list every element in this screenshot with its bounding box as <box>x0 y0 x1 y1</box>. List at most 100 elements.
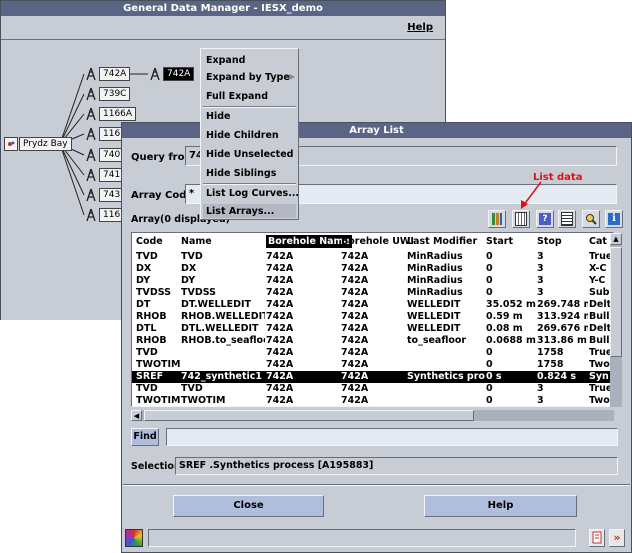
table-row[interactable]: TVDSS TVDSS 742A 742A MinRadius 0 3 Sub <box>132 287 613 299</box>
table-cell: TVDSS <box>181 287 216 298</box>
tree-node-selected[interactable]: 742A <box>148 67 195 81</box>
table-cell: TVD <box>136 251 158 262</box>
submenu-arrow-icon: ▶ <box>289 72 296 81</box>
column-header-sorted[interactable]: Borehole Name <box>266 235 352 248</box>
table-cell: MinRadius <box>407 251 463 262</box>
array-code-label: Array Code <box>131 190 194 201</box>
table-row[interactable]: DY DY 742A 742A MinRadius 0 3 Y-C <box>132 275 613 287</box>
table-vertical-scrollbar[interactable]: ▲ <box>610 233 622 407</box>
table-row[interactable]: DX DX 742A 742A MinRadius 0 3 X-C <box>132 263 613 275</box>
list-data-button[interactable] <box>512 210 530 228</box>
tree-node[interactable]: 1166A <box>84 107 137 121</box>
table-cell: Synthetics pro... <box>407 371 485 382</box>
table-row[interactable]: RHOB RHOB.to_seafloor 742A 742A to_seafloor 0… <box>132 335 613 347</box>
table-cell: WELLEDIT <box>407 323 461 334</box>
scroll-h-thumb[interactable] <box>144 410 474 421</box>
tree-node[interactable]: 740 <box>84 148 125 162</box>
table-cell: 3 <box>537 287 544 298</box>
table-cell: 0 s <box>486 371 502 382</box>
table-cell: TWOTIM <box>181 395 226 406</box>
menu-item-hide-siblings[interactable]: Hide Siblings <box>206 168 276 179</box>
search-tool-button[interactable] <box>582 210 600 228</box>
scroll-left-arrow[interactable]: ◀ <box>131 410 142 421</box>
table-cell: 742A <box>341 323 369 334</box>
table-cell: 742A <box>341 287 369 298</box>
forward-icon[interactable]: » <box>609 529 625 547</box>
table-cell: TWOTIM <box>136 395 180 406</box>
array-table: Code Name Borehole Name Borehole UWI Las… <box>131 232 614 407</box>
query-help-button[interactable]: ? <box>536 210 554 228</box>
well-icon <box>84 107 98 121</box>
help-button[interactable]: Help <box>424 495 577 517</box>
table-cell: 3 <box>537 275 544 286</box>
table-cell: 3 <box>537 263 544 274</box>
column-chooser-button[interactable] <box>488 210 506 228</box>
menu-item-hide-unselected[interactable]: Hide Unselected <box>206 149 293 160</box>
table-cell: 742A <box>341 299 369 310</box>
tree-node[interactable]: 743 <box>84 188 125 202</box>
table-cell: DT.WELLEDIT <box>181 299 251 310</box>
table-cell: 0.59 m <box>486 311 523 322</box>
find-input[interactable] <box>166 428 618 446</box>
menu-item-expand-by-type[interactable]: Expand by Type <box>206 72 290 83</box>
menu-item-list-arrays[interactable]: List Arrays... <box>206 206 274 217</box>
column-header[interactable]: Name <box>181 235 212 248</box>
table-cell: 742A <box>266 371 294 382</box>
table-row-selected[interactable]: SREF 742_synthetic1 742A 742A Synthetics pro… <box>132 371 613 383</box>
tree-node[interactable]: 739C <box>84 87 131 101</box>
table-cell: 35.052 m <box>486 299 536 310</box>
document-icon[interactable] <box>589 529 605 547</box>
table-cell: 742A <box>341 275 369 286</box>
table-cell: 742A <box>266 335 294 346</box>
menu-item-full-expand[interactable]: Full Expand <box>206 91 268 102</box>
table-row[interactable]: DT DT.WELLEDIT 742A 742A WELLEDIT 35.052 m 269… <box>132 299 613 311</box>
scroll-thumb[interactable] <box>610 247 622 357</box>
table-row[interactable]: TWOTIM 742A 742A 0 1758 Two <box>132 359 613 371</box>
tree-node[interactable]: 742A <box>84 67 131 81</box>
table-cell: 742A <box>341 311 369 322</box>
well-icon <box>84 188 98 202</box>
menu-item-expand[interactable]: Expand <box>206 55 245 66</box>
scroll-up-arrow[interactable]: ▲ <box>610 233 622 245</box>
table-cell: 313.924 m <box>537 311 588 322</box>
annotation-arrow <box>521 181 542 209</box>
table-horizontal-scrollbar[interactable]: ◀ <box>131 410 614 421</box>
column-header[interactable]: Code <box>136 235 163 248</box>
close-button[interactable]: Close <box>173 495 324 517</box>
column-header[interactable]: Borehole UWI <box>341 235 414 248</box>
column-header[interactable]: Cat <box>589 235 607 248</box>
table-cell: 742A <box>266 311 294 322</box>
well-icon <box>148 67 162 81</box>
table-row[interactable]: TVD TVD 742A 742A 0 3 True <box>132 383 613 395</box>
table-cell: 269.676 m <box>537 323 588 334</box>
tree-root-node[interactable]: Prydz Bay <box>4 137 72 151</box>
table-cell: 742A <box>341 395 369 406</box>
table-row[interactable]: RHOB RHOB.WELLEDIT 742A 742A WELLEDIT 0.59 m3… <box>132 311 613 323</box>
tree-node[interactable]: 116 <box>84 127 125 141</box>
tree-node[interactable]: 116 <box>84 208 125 222</box>
table-row[interactable]: TVD TVD 742A 742A MinRadius 0 3 True <box>132 251 613 263</box>
well-icon <box>84 87 98 101</box>
menu-item-list-log-curves[interactable]: List Log Curves... <box>206 188 299 199</box>
table-cell: 742A <box>266 323 294 334</box>
column-header[interactable]: Start <box>486 235 513 248</box>
table-row[interactable]: TWOTIM TWOTIM 742A 742A 0 3 Two <box>132 395 613 406</box>
table-row[interactable]: TVD 742A 742A 0 1758 True <box>132 347 613 359</box>
table-cell: 3 <box>537 395 544 406</box>
table-cell: 742A <box>266 263 294 274</box>
columns-icon <box>492 213 502 225</box>
menu-item-hide-children[interactable]: Hide Children <box>206 130 279 141</box>
tree-node[interactable]: 741 <box>84 168 125 182</box>
table-cell: 3 <box>537 251 544 262</box>
column-header[interactable]: Stop <box>537 235 562 248</box>
list-view-button[interactable] <box>558 210 576 228</box>
find-button[interactable]: Find <box>131 428 159 446</box>
context-menu: Expand Expand by Type ▶ Full Expand Hide… <box>200 48 299 220</box>
column-header[interactable]: Last Modifier <box>407 235 477 248</box>
table-row[interactable]: DTL DTL.WELLEDIT 742A 742A WELLEDIT 0.08 m 269… <box>132 323 613 335</box>
info-button[interactable]: i <box>605 210 623 228</box>
table-cell: 742A <box>266 347 294 358</box>
selection-field: SREF .Synthetics process [A195883] <box>175 457 618 475</box>
menu-item-hide[interactable]: Hide <box>206 111 230 122</box>
well-icon <box>84 148 98 162</box>
